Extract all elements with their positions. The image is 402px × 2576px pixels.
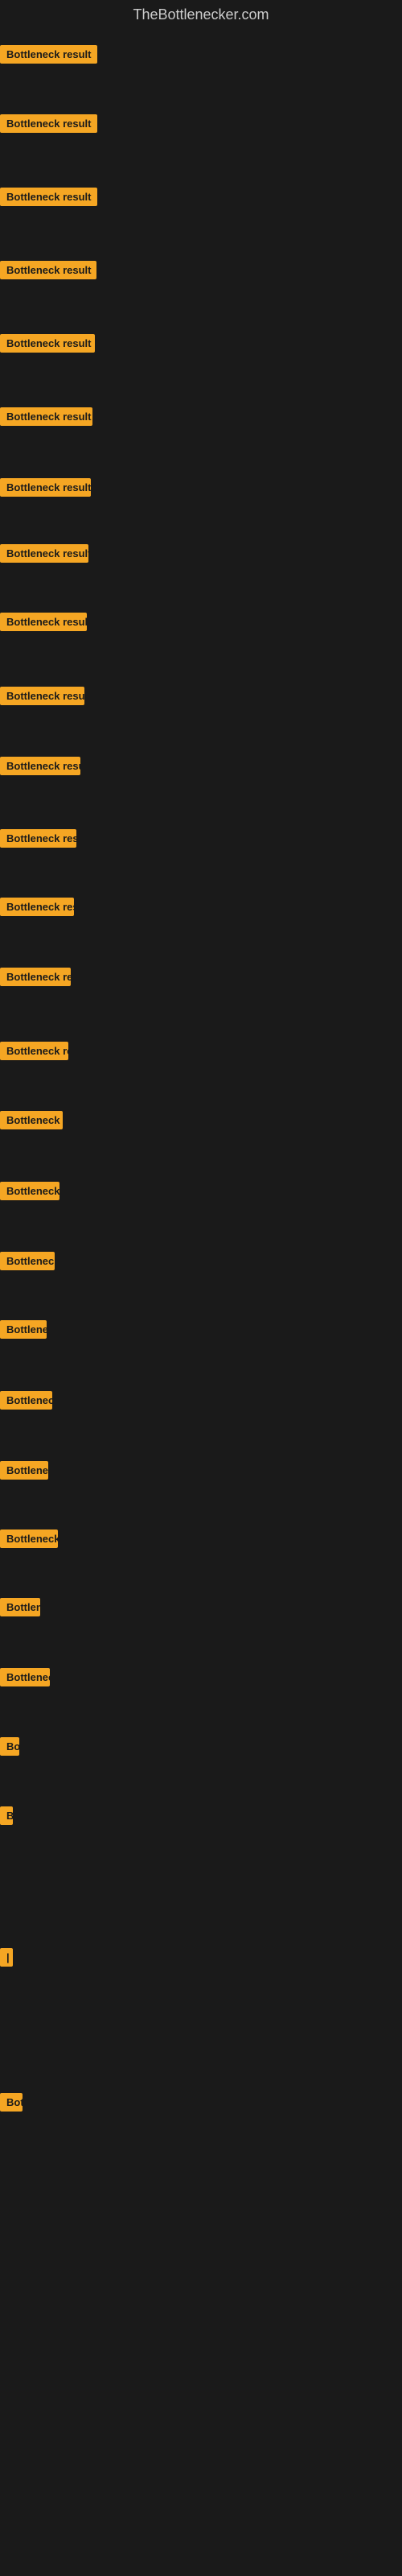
bottleneck-badge[interactable]: Bottleneck result xyxy=(0,968,71,986)
bottleneck-item: Bottleneck result xyxy=(0,968,71,990)
bottleneck-badge[interactable]: Bottleneck re xyxy=(0,1111,63,1129)
bottleneck-badge[interactable]: Bottleneck result xyxy=(0,613,87,631)
bottleneck-badge[interactable]: Bottleneck result xyxy=(0,45,97,64)
bottleneck-badge[interactable]: Bottleneck result xyxy=(0,334,95,353)
bottleneck-badge[interactable]: B xyxy=(0,1806,13,1825)
bottleneck-badge[interactable]: Bottleneck xyxy=(0,1391,52,1410)
bottleneck-badge[interactable]: Bottleneck resul xyxy=(0,1182,59,1200)
bottleneck-badge[interactable]: Bottleneck result xyxy=(0,478,91,497)
bottleneck-badge[interactable]: Bottleneck result xyxy=(0,114,97,133)
bottleneck-item: Bottleneck result xyxy=(0,1042,68,1064)
bottleneck-item: Bottleneck result xyxy=(0,45,97,68)
bottleneck-badge[interactable]: Bottleneck result xyxy=(0,829,76,848)
bottleneck-item: Bottleneck result xyxy=(0,898,74,920)
bottleneck-item: Bottlene xyxy=(0,1320,47,1343)
bottleneck-badge[interactable]: Bottleneck result xyxy=(0,261,96,279)
bottleneck-badge[interactable]: Bottlenec xyxy=(0,1461,48,1480)
bottleneck-item: Bottleneck result xyxy=(0,687,84,709)
bottleneck-badge[interactable]: Bottleneck result xyxy=(0,1042,68,1060)
bottleneck-item: Bottleneck result xyxy=(0,757,80,779)
bottleneck-badge[interactable]: Bottleneck result xyxy=(0,898,74,916)
bottleneck-badge[interactable]: | xyxy=(0,1948,13,1967)
bottleneck-badge[interactable]: Bottleneck result xyxy=(0,687,84,705)
bottleneck-item: Bottlen xyxy=(0,1598,40,1620)
bottleneck-badge[interactable]: Bottlen xyxy=(0,1598,40,1616)
bottleneck-badge[interactable]: Bottlene xyxy=(0,1320,47,1339)
bottleneck-item: Bottleneck result xyxy=(0,407,92,430)
bottleneck-item: | xyxy=(0,1948,13,1971)
bottleneck-item: Bottleneck result xyxy=(0,613,87,635)
bottleneck-badge[interactable]: Bottleneck xyxy=(0,1252,55,1270)
bottleneck-item: Bottleneck re xyxy=(0,1530,58,1552)
bottleneck-item: Bot xyxy=(0,2093,23,2116)
bottleneck-badge[interactable]: Bottleneck result xyxy=(0,188,97,206)
bottleneck-item: Bottleneck re xyxy=(0,1111,63,1133)
bottleneck-item: B xyxy=(0,1806,13,1829)
bottleneck-item: Bottleneck result xyxy=(0,478,91,501)
bottleneck-item: Bottleneck result xyxy=(0,188,97,210)
bottleneck-item: Bottleneck xyxy=(0,1668,50,1690)
bottleneck-badge[interactable]: Bottleneck xyxy=(0,1668,50,1686)
site-title: TheBottlenecker.com xyxy=(0,0,402,30)
bottleneck-item: Bottleneck result xyxy=(0,829,76,852)
bottleneck-badge[interactable]: Bottleneck result xyxy=(0,407,92,426)
bottleneck-badge[interactable]: Bo xyxy=(0,1737,19,1756)
bottleneck-badge[interactable]: Bot xyxy=(0,2093,23,2112)
bottleneck-item: Bottleneck xyxy=(0,1252,55,1274)
bottleneck-item: Bottleneck result xyxy=(0,544,88,567)
bottleneck-badge[interactable]: Bottleneck result xyxy=(0,757,80,775)
bottleneck-item: Bottleneck result xyxy=(0,334,95,357)
bottleneck-item: Bo xyxy=(0,1737,19,1760)
bottleneck-badge[interactable]: Bottleneck re xyxy=(0,1530,58,1548)
bottleneck-item: Bottleneck xyxy=(0,1391,52,1414)
bottleneck-item: Bottleneck resul xyxy=(0,1182,59,1204)
bottleneck-badge[interactable]: Bottleneck result xyxy=(0,544,88,563)
bottleneck-item: Bottleneck result xyxy=(0,261,96,283)
bottleneck-item: Bottlenec xyxy=(0,1461,48,1484)
bottleneck-item: Bottleneck result xyxy=(0,114,97,137)
